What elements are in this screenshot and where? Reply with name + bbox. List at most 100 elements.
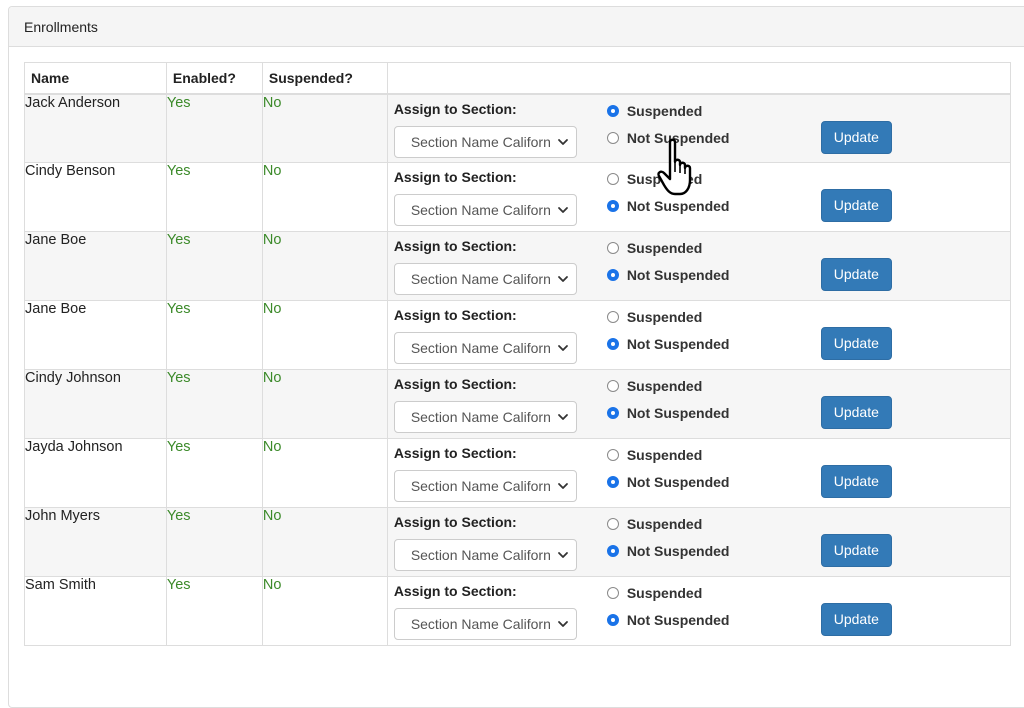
- update-button[interactable]: Update: [820, 120, 892, 154]
- chevron-down-icon: [557, 483, 568, 489]
- suspended-option[interactable]: Suspended: [606, 171, 703, 187]
- suspended-option[interactable]: Suspended: [606, 102, 703, 119]
- table-row: Cindy Benson Yes No Assign to Section: Secti…: [24, 162, 1012, 232]
- enabled-value: Yes: [165, 162, 263, 232]
- actions-cell: Assign to Section: Section Name Californ S…: [386, 369, 1012, 439]
- not-suspended-radio[interactable]: [606, 338, 619, 350]
- suspended-option-label: Suspended: [626, 585, 703, 601]
- section-select[interactable]: Section Name Californ: [393, 539, 577, 571]
- suspended-radio[interactable]: [606, 380, 619, 392]
- suspended-radio[interactable]: [606, 311, 619, 323]
- assign-section-label: Assign to Section:: [393, 583, 517, 599]
- student-name: John Myers: [24, 507, 167, 577]
- suspended-option[interactable]: Suspended: [606, 309, 702, 325]
- suspended-value: No: [261, 93, 388, 163]
- not-suspended-radio[interactable]: [606, 476, 619, 488]
- update-button[interactable]: Update: [820, 189, 892, 222]
- section-select-value: Section Name Californ: [410, 133, 551, 150]
- not-suspended-option-label: Not Suspended: [626, 474, 730, 490]
- not-suspended-option[interactable]: Not Suspended: [606, 336, 730, 352]
- suspended-radio[interactable]: [606, 587, 619, 599]
- suspended-option-label: Suspended: [626, 171, 703, 187]
- suspended-value: No: [261, 576, 388, 646]
- chevron-down-icon: [557, 552, 568, 558]
- actions-cell: Assign to Section: Section Name Californ S…: [386, 576, 1012, 646]
- student-name: Cindy Johnson: [24, 369, 167, 439]
- suspended-option-label: Suspended: [626, 102, 703, 119]
- not-suspended-option[interactable]: Not Suspended: [606, 612, 729, 628]
- not-suspended-option[interactable]: Not Suspended: [606, 198, 730, 214]
- section-select-value: Section Name Californ: [410, 202, 551, 218]
- not-suspended-option[interactable]: Not Suspended: [606, 405, 729, 421]
- actions-cell: Assign to Section: Section Name Californ S…: [386, 162, 1012, 232]
- not-suspended-option[interactable]: Not Suspended: [606, 130, 729, 146]
- not-suspended-radio[interactable]: [606, 200, 619, 212]
- assign-section-label: Assign to Section:: [393, 376, 517, 392]
- not-suspended-radio[interactable]: [606, 407, 619, 419]
- actions-cell: Assign to Section: Section Name Californ S…: [386, 231, 1012, 301]
- actions-cell: Assign to Section: Section Name Californ S…: [386, 438, 1012, 508]
- section-select[interactable]: Section Name Californ: [393, 125, 577, 158]
- enabled-value: Yes: [165, 507, 263, 577]
- assign-section-label: Assign to Section:: [393, 169, 517, 185]
- not-suspended-radio[interactable]: [606, 269, 619, 281]
- suspended-radio[interactable]: [606, 242, 619, 254]
- not-suspended-option[interactable]: Not Suspended: [606, 543, 730, 559]
- not-suspended-option-label: Not Suspended: [626, 336, 730, 352]
- section-select-value: Section Name Californ: [410, 616, 551, 632]
- table-row: Jack Anderson Yes No Assign to Section: Sect…: [24, 93, 1012, 163]
- not-suspended-option-label: Not Suspended: [626, 267, 730, 283]
- section-select[interactable]: Section Name Californ: [393, 263, 577, 295]
- section-select-value: Section Name Californ: [410, 547, 551, 563]
- table-row: John Myers Yes No Assign to Section: Section…: [24, 507, 1012, 577]
- suspended-option-label: Suspended: [626, 447, 703, 463]
- header-actions: [386, 62, 1012, 95]
- header-suspended: Suspended?: [261, 62, 388, 95]
- section-select[interactable]: Section Name Californ: [393, 608, 577, 640]
- suspended-value: No: [261, 438, 388, 508]
- update-button[interactable]: Update: [820, 534, 892, 567]
- update-button[interactable]: Update: [820, 258, 892, 291]
- actions-cell: Assign to Section: Section Name Californ S…: [386, 300, 1012, 370]
- table-row: Jayda Johnson Yes No Assign to Section: Sect…: [24, 438, 1012, 508]
- suspended-radio[interactable]: [606, 173, 619, 185]
- chevron-down-icon: [557, 207, 568, 213]
- chevron-down-icon: [557, 414, 568, 420]
- update-button[interactable]: Update: [820, 327, 892, 360]
- suspended-option[interactable]: Suspended: [606, 516, 702, 532]
- not-suspended-radio[interactable]: [606, 131, 619, 144]
- section-select[interactable]: Section Name Californ: [393, 332, 577, 364]
- enabled-value: Yes: [165, 438, 263, 508]
- section-select[interactable]: Section Name Californ: [393, 470, 577, 502]
- suspended-value: No: [261, 162, 388, 232]
- update-button[interactable]: Update: [820, 396, 892, 429]
- suspended-option[interactable]: Suspended: [606, 378, 702, 394]
- suspended-radio[interactable]: [606, 104, 619, 117]
- enabled-value: Yes: [165, 576, 263, 646]
- not-suspended-radio[interactable]: [606, 545, 619, 557]
- suspended-option-label: Suspended: [626, 240, 703, 256]
- suspended-value: No: [261, 369, 388, 439]
- not-suspended-option[interactable]: Not Suspended: [606, 267, 730, 283]
- suspended-option[interactable]: Suspended: [606, 447, 703, 463]
- not-suspended-option-label: Not Suspended: [626, 543, 730, 559]
- enabled-value: Yes: [165, 93, 263, 163]
- section-select[interactable]: Section Name Californ: [393, 401, 577, 433]
- suspended-radio[interactable]: [606, 518, 619, 530]
- header-enabled: Enabled?: [165, 62, 263, 95]
- section-select[interactable]: Section Name Californ: [393, 194, 577, 226]
- update-button[interactable]: Update: [820, 603, 892, 636]
- update-button[interactable]: Update: [820, 465, 892, 498]
- not-suspended-option[interactable]: Not Suspended: [606, 474, 730, 490]
- assign-section-label: Assign to Section:: [393, 100, 517, 117]
- not-suspended-option-label: Not Suspended: [626, 198, 730, 214]
- suspended-option[interactable]: Suspended: [606, 240, 703, 256]
- suspended-option[interactable]: Suspended: [606, 585, 703, 601]
- panel-title: Enrollments: [9, 7, 1024, 47]
- section-select-value: Section Name Californ: [410, 340, 551, 356]
- suspended-radio[interactable]: [606, 449, 619, 461]
- student-name: Cindy Benson: [24, 162, 167, 232]
- assign-section-label: Assign to Section:: [393, 445, 517, 461]
- section-select-value: Section Name Californ: [410, 271, 551, 287]
- not-suspended-radio[interactable]: [606, 614, 619, 626]
